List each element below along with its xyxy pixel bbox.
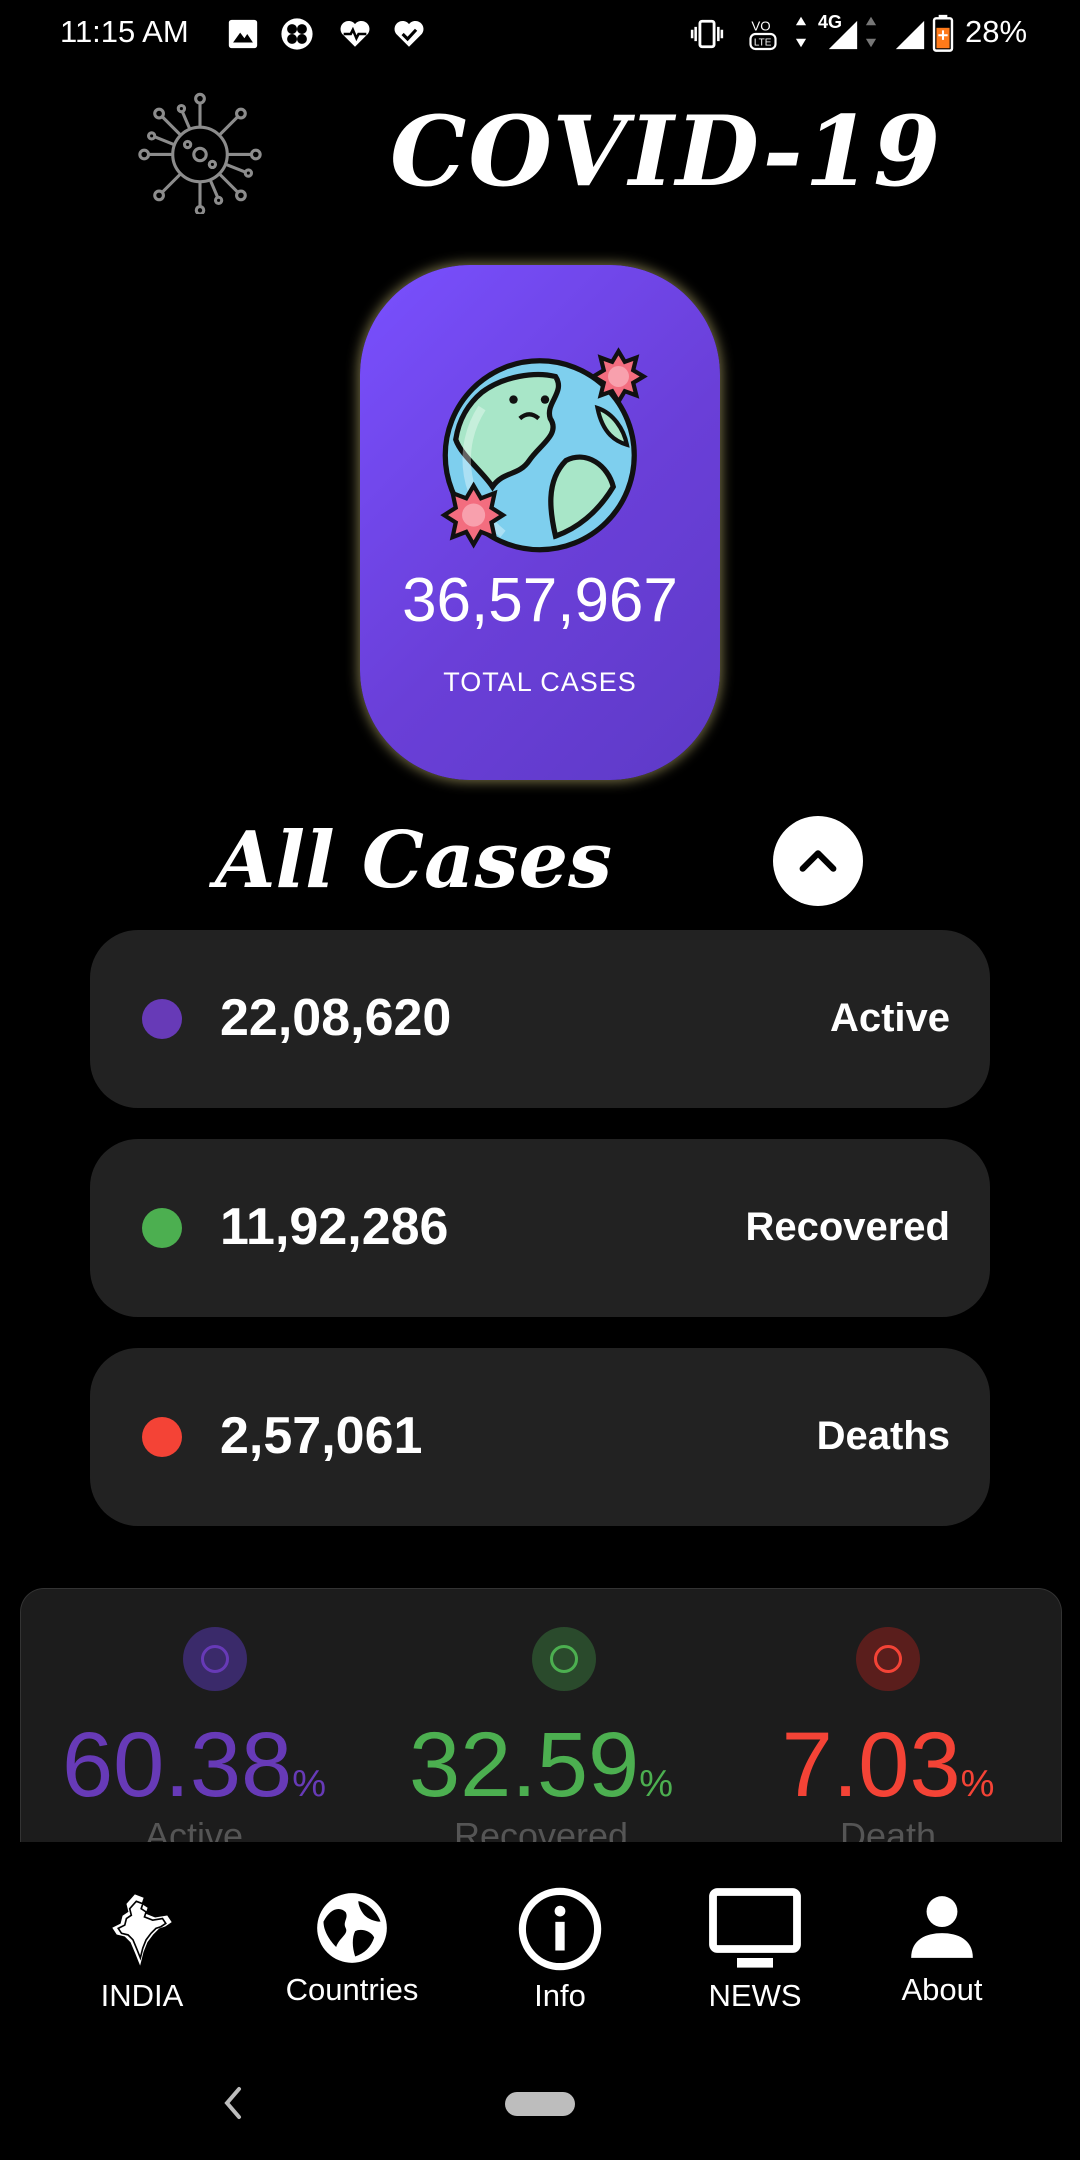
collapse-button[interactable] xyxy=(773,816,863,906)
deaths-value: 2,57,061 xyxy=(220,1407,423,1465)
nav-label-news: NEWS xyxy=(708,1978,802,2013)
vibrate-icon xyxy=(690,19,724,49)
nav-item-india[interactable]: INDIA xyxy=(52,1842,232,2013)
active-dot xyxy=(142,999,182,1039)
active-ring-icon xyxy=(183,1627,247,1691)
battery-percent: 28% xyxy=(965,14,1028,49)
signal-icon xyxy=(828,20,858,50)
app-title: COVID-19 xyxy=(390,95,943,208)
recovered-ring-icon xyxy=(532,1627,596,1691)
bottom-nav: INDIA Countries Info NEWS About xyxy=(0,1842,1080,2013)
recovered-percent-label: Recovered xyxy=(453,1815,629,1843)
total-cases-label: TOTAL CASES xyxy=(443,667,637,697)
heart-pulse-icon xyxy=(340,20,370,47)
deaths-row: 2,57,061 Deaths xyxy=(90,1348,990,1526)
info-icon xyxy=(518,1887,602,1971)
recovered-cases-row: 11,92,286 Recovered xyxy=(90,1139,990,1317)
total-cases-value: 36,57,967 xyxy=(402,566,678,635)
active-cases-row: 22,08,620 Active xyxy=(90,930,990,1108)
nav-item-info[interactable]: Info xyxy=(470,1842,650,2013)
person-icon xyxy=(911,1896,973,1958)
globe-icon xyxy=(317,1893,387,1963)
percentage-panel: 60.38% Active 32.59% Recovered 7.03% Dea… xyxy=(20,1588,1062,1843)
percent-sign: % xyxy=(292,1763,327,1805)
battery-icon xyxy=(932,14,954,52)
death-percent-column: 7.03% Death xyxy=(715,1589,1061,1843)
recovered-percent-column: 32.59% Recovered xyxy=(368,1589,714,1843)
nav-label-countries: Countries xyxy=(285,1972,419,2007)
nav-label-india: INDIA xyxy=(100,1978,184,2013)
percent-sign: % xyxy=(960,1763,995,1805)
nav-item-about[interactable]: About xyxy=(852,1842,1032,2012)
tv-icon xyxy=(709,1888,801,1968)
nav-label-about: About xyxy=(901,1972,983,2007)
active-percent-value: 60.38% xyxy=(21,1713,367,1818)
system-home-pill[interactable] xyxy=(505,2092,575,2116)
deaths-dot xyxy=(142,1417,182,1457)
percent-sign: % xyxy=(639,1763,674,1805)
death-percent-label: Death xyxy=(839,1815,937,1843)
active-percent-label: Active xyxy=(144,1815,244,1843)
death-percent-number: 7.03 xyxy=(781,1714,961,1816)
system-back-icon[interactable] xyxy=(220,2085,246,2121)
virus-icon xyxy=(138,92,262,214)
recovered-percent-number: 32.59 xyxy=(408,1714,640,1816)
active-cases-value: 22,08,620 xyxy=(220,989,452,1047)
active-percent-number: 60.38 xyxy=(61,1714,293,1816)
nav-item-countries[interactable]: Countries xyxy=(262,1842,442,2012)
india-map-icon xyxy=(112,1894,172,1966)
sick-globe-icon xyxy=(440,347,648,553)
heart-check-icon xyxy=(394,20,424,47)
svg-text:VO: VO xyxy=(751,19,770,34)
death-ring-icon xyxy=(856,1627,920,1691)
data-arrows-icon xyxy=(795,16,807,48)
data-arrows-icon xyxy=(865,16,877,48)
image-icon xyxy=(228,19,258,49)
recovered-percent-value: 32.59% xyxy=(368,1713,714,1818)
volte-icon: VO LTE xyxy=(749,14,783,51)
recovered-cases-value: 11,92,286 xyxy=(220,1198,449,1256)
svg-text:LTE: LTE xyxy=(754,38,772,49)
active-cases-label: Active xyxy=(829,996,950,1040)
recovered-cases-label: Recovered xyxy=(745,1205,950,1249)
nav-label-info: Info xyxy=(534,1978,586,2013)
fan-icon xyxy=(281,18,313,50)
status-bar: 11:15 AM VO LTE 4G 28% xyxy=(0,0,1080,70)
recovered-dot xyxy=(142,1208,182,1248)
deaths-label: Deaths xyxy=(816,1414,950,1458)
active-percent-column: 60.38% Active xyxy=(21,1589,367,1843)
death-percent-value: 7.03% xyxy=(715,1713,1061,1818)
signal-icon xyxy=(895,20,925,50)
status-time: 11:15 AM xyxy=(60,14,189,49)
nav-item-news[interactable]: NEWS xyxy=(665,1842,845,2013)
total-cases-card: 36,57,967 TOTAL CASES xyxy=(360,265,720,780)
chevron-up-icon xyxy=(799,850,837,872)
all-cases-title: All Cases xyxy=(215,815,613,906)
